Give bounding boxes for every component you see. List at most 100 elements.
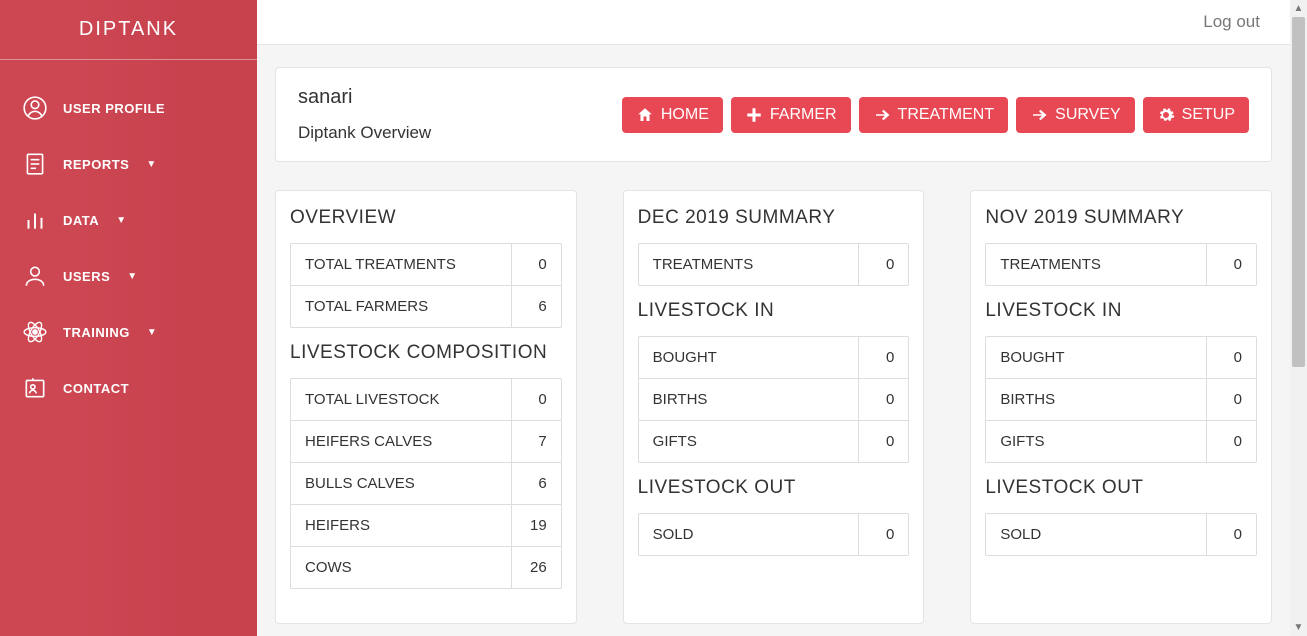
stat-value: 7: [511, 421, 561, 462]
month-a-out-table: SOLD 0: [638, 513, 910, 556]
overview-heading: OVERVIEW: [290, 207, 562, 229]
logout-link[interactable]: Log out: [1203, 12, 1260, 32]
sidebar-item-label: DATA: [63, 213, 99, 228]
table-row: TREATMENTS 0: [986, 244, 1256, 285]
scrollbar-thumb[interactable]: [1292, 17, 1305, 367]
sidebar: DIPTANK USER PROFILE REPORTS ▼ DATA ▼ US…: [0, 0, 257, 636]
stat-value: 0: [858, 379, 908, 420]
stat-label: COWS: [291, 547, 511, 588]
stat-value: 0: [511, 244, 561, 285]
gear-icon: [1157, 106, 1175, 124]
bar-chart-icon: [22, 207, 48, 233]
header-text: sanari Diptank Overview: [298, 86, 431, 143]
overview-column: OVERVIEW TOTAL TREATMENTS 0 TOTAL FARMER…: [275, 190, 577, 624]
stat-label: HEIFERS CALVES: [291, 421, 511, 462]
arrow-right-icon: [1030, 106, 1048, 124]
sidebar-item-data[interactable]: DATA ▼: [0, 192, 257, 248]
plus-icon: [745, 106, 763, 124]
button-label: SURVEY: [1055, 106, 1121, 124]
month-b-out-heading: LIVESTOCK OUT: [985, 477, 1257, 499]
page-subtitle: Diptank Overview: [298, 123, 431, 143]
sidebar-item-contact[interactable]: CONTACT: [0, 360, 257, 416]
caret-down-icon: ▼: [147, 327, 157, 338]
stat-label: TOTAL TREATMENTS: [291, 244, 511, 285]
table-row: COWS 26: [291, 547, 561, 588]
stat-label: SOLD: [986, 514, 1206, 555]
sidebar-item-label: CONTACT: [63, 381, 129, 396]
stat-value: 0: [1206, 379, 1256, 420]
stat-label: BIRTHS: [639, 379, 859, 420]
sidebar-item-users[interactable]: USERS ▼: [0, 248, 257, 304]
month-a-treatments-table: TREATMENTS 0: [638, 243, 910, 286]
stat-value: 6: [511, 463, 561, 504]
stat-label: TOTAL LIVESTOCK: [291, 379, 511, 420]
stat-label: BULLS CALVES: [291, 463, 511, 504]
scroll-down-arrow-icon[interactable]: ▼: [1290, 619, 1307, 636]
stat-value: 0: [858, 244, 908, 285]
overview-totals-table: TOTAL TREATMENTS 0 TOTAL FARMERS 6: [290, 243, 562, 328]
atom-icon: [22, 319, 48, 345]
caret-down-icon: ▼: [127, 271, 137, 282]
stat-label: GIFTS: [986, 421, 1206, 462]
stat-value: 0: [511, 379, 561, 420]
table-row: BIRTHS 0: [986, 379, 1256, 421]
month-b-heading: NOV 2019 SUMMARY: [985, 207, 1257, 229]
month-a-in-heading: LIVESTOCK IN: [638, 300, 910, 322]
table-row: BULLS CALVES 6: [291, 463, 561, 505]
button-label: TREATMENT: [898, 106, 995, 124]
stat-label: BOUGHT: [639, 337, 859, 378]
survey-button[interactable]: SURVEY: [1016, 97, 1135, 133]
brand-title: DIPTANK: [0, 0, 257, 59]
composition-table: TOTAL LIVESTOCK 0 HEIFERS CALVES 7 BULLS…: [290, 378, 562, 589]
button-label: HOME: [661, 106, 709, 124]
document-icon: [22, 151, 48, 177]
sidebar-divider: [0, 59, 257, 60]
stat-label: GIFTS: [639, 421, 859, 462]
composition-heading: LIVESTOCK COMPOSITION: [290, 342, 562, 364]
stat-value: 0: [858, 421, 908, 462]
table-row: HEIFERS 19: [291, 505, 561, 547]
table-row: BIRTHS 0: [639, 379, 909, 421]
stat-value: 26: [511, 547, 561, 588]
caret-down-icon: ▼: [146, 159, 156, 170]
scroll-up-arrow-icon[interactable]: ▲: [1290, 0, 1307, 17]
stat-label: HEIFERS: [291, 505, 511, 546]
table-row: BOUGHT 0: [639, 337, 909, 379]
table-row: GIFTS 0: [986, 421, 1256, 462]
id-card-icon: [22, 375, 48, 401]
month-a-heading: DEC 2019 SUMMARY: [638, 207, 910, 229]
home-icon: [636, 106, 654, 124]
sidebar-item-label: REPORTS: [63, 157, 129, 172]
treatment-button[interactable]: TREATMENT: [859, 97, 1009, 133]
table-row: SOLD 0: [986, 514, 1256, 555]
main-content: sanari Diptank Overview HOME FARMER TREA…: [257, 45, 1290, 636]
month-a-in-table: BOUGHT 0 BIRTHS 0 GIFTS 0: [638, 336, 910, 463]
topbar: Log out: [257, 0, 1290, 45]
caret-down-icon: ▼: [116, 215, 126, 226]
month-b-in-heading: LIVESTOCK IN: [985, 300, 1257, 322]
sidebar-item-training[interactable]: TRAINING ▼: [0, 304, 257, 360]
month-b-treatments-table: TREATMENTS 0: [985, 243, 1257, 286]
user-icon: [22, 263, 48, 289]
button-label: SETUP: [1182, 106, 1235, 124]
sidebar-item-reports[interactable]: REPORTS ▼: [0, 136, 257, 192]
month-a-column: DEC 2019 SUMMARY TREATMENTS 0 LIVESTOCK …: [623, 190, 925, 624]
sidebar-item-label: TRAINING: [63, 325, 130, 340]
vertical-scrollbar[interactable]: ▲ ▼: [1290, 0, 1307, 636]
month-a-out-heading: LIVESTOCK OUT: [638, 477, 910, 499]
table-row: TOTAL TREATMENTS 0: [291, 244, 561, 286]
home-button[interactable]: HOME: [622, 97, 723, 133]
sidebar-item-user-profile[interactable]: USER PROFILE: [0, 80, 257, 136]
table-row: TREATMENTS 0: [639, 244, 909, 285]
table-row: HEIFERS CALVES 7: [291, 421, 561, 463]
stat-label: SOLD: [639, 514, 859, 555]
stat-value: 0: [858, 514, 908, 555]
month-b-out-table: SOLD 0: [985, 513, 1257, 556]
table-row: TOTAL LIVESTOCK 0: [291, 379, 561, 421]
stat-label: TREATMENTS: [639, 244, 859, 285]
sidebar-item-label: USERS: [63, 269, 110, 284]
table-row: TOTAL FARMERS 6: [291, 286, 561, 327]
dashboard-columns: OVERVIEW TOTAL TREATMENTS 0 TOTAL FARMER…: [275, 190, 1272, 624]
farmer-button[interactable]: FARMER: [731, 97, 851, 133]
setup-button[interactable]: SETUP: [1143, 97, 1249, 133]
